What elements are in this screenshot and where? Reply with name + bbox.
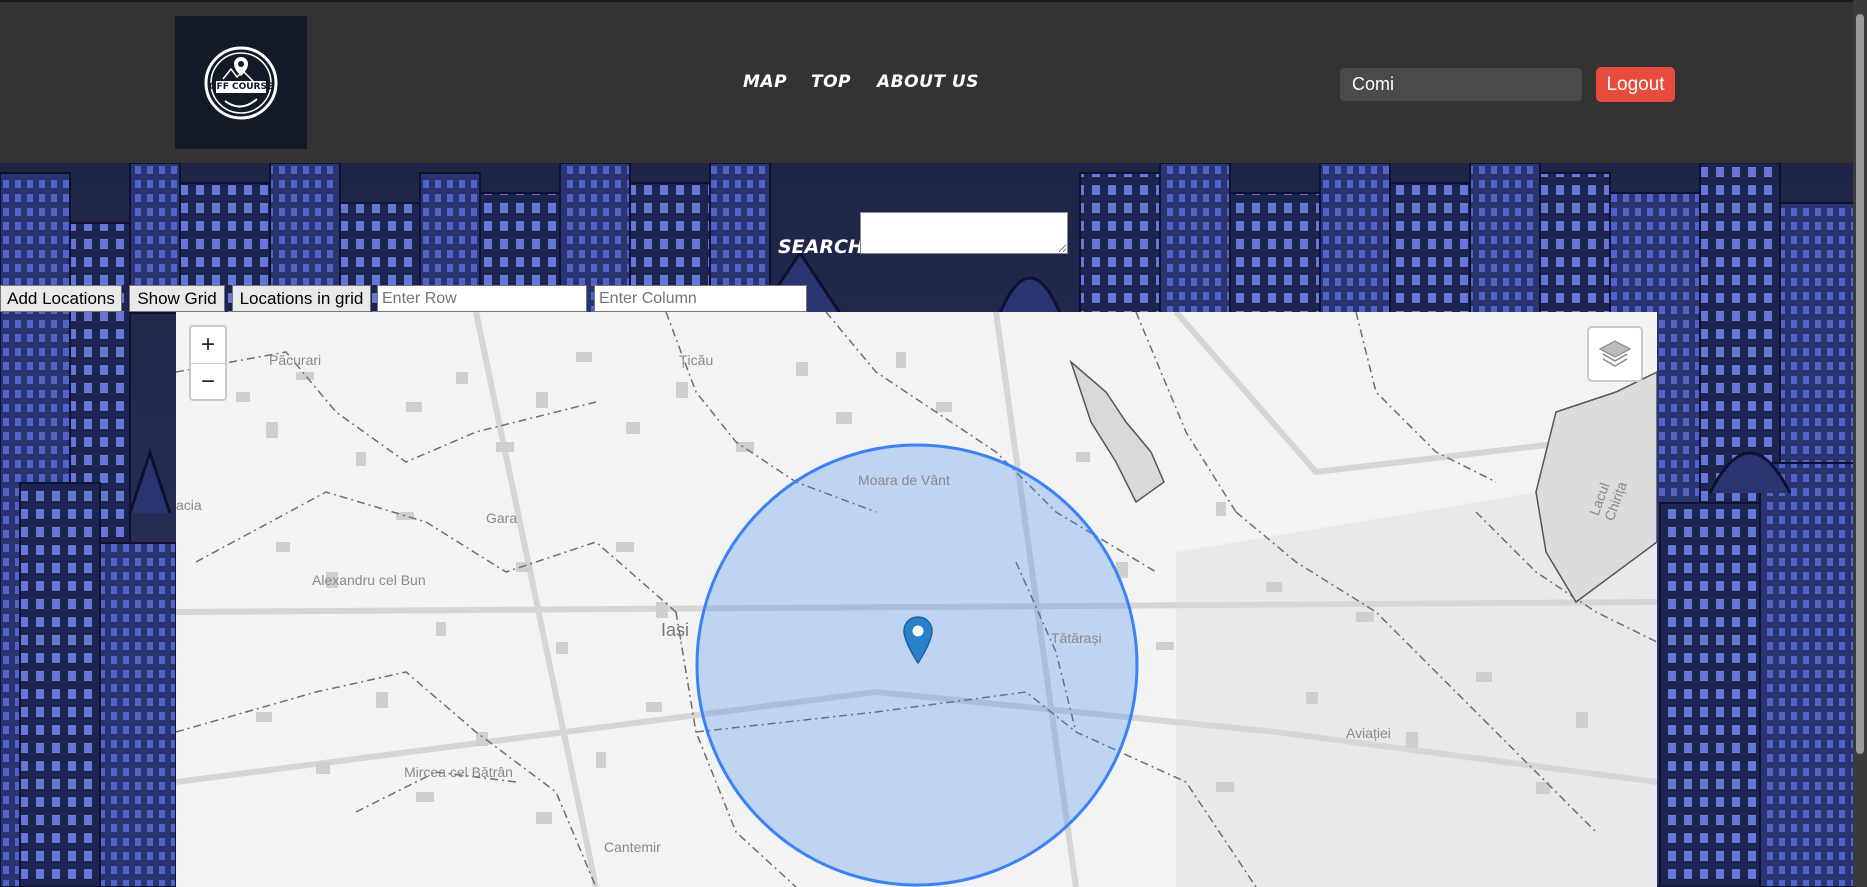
zoom-control: + −	[189, 325, 227, 401]
zoom-in-button[interactable]: +	[191, 327, 225, 363]
map-label-aviatiei: Aviației	[1346, 725, 1391, 741]
map-label-tatarasi: Tătărași	[1051, 630, 1102, 646]
map-label-iasi: Iași	[661, 620, 690, 640]
zoom-out-button[interactable]: −	[191, 364, 225, 400]
radius-circle	[695, 443, 1139, 887]
row-input[interactable]	[377, 285, 587, 312]
logo-text: OFF COURSE	[208, 82, 274, 92]
column-input[interactable]	[594, 285, 807, 312]
map-label-ticau: Țicău	[679, 352, 714, 368]
logout-button[interactable]: Logout	[1596, 67, 1675, 102]
map-tiles	[176, 312, 1657, 887]
map-label-pacurari: Păcurari	[269, 352, 322, 368]
add-locations-button[interactable]: Add Locations	[0, 285, 122, 312]
search-label: SEARCH:	[778, 236, 872, 258]
map-label-gara: Gara	[486, 510, 518, 526]
site-header: OFF COURSE MAP TOP ABOUT US Comi Logout	[0, 0, 1867, 163]
username-display: Comi	[1340, 68, 1582, 101]
nav-top[interactable]: TOP	[811, 72, 851, 92]
page-scrollbar[interactable]	[1853, 0, 1867, 887]
nav-about-us[interactable]: ABOUT US	[877, 72, 979, 92]
layers-icon	[1598, 340, 1632, 367]
show-grid-button[interactable]: Show Grid	[129, 285, 225, 312]
map-label-moara-de-vant: Moara de Vânt	[858, 472, 950, 488]
locations-in-grid-button[interactable]: Locations in grid	[232, 285, 371, 312]
location-marker-icon[interactable]	[903, 616, 933, 664]
layers-control[interactable]	[1587, 326, 1643, 382]
map-label-mircea-cel-batran: Mircea cel Bătrân	[404, 764, 513, 780]
scrollbar-thumb[interactable]	[1856, 14, 1864, 754]
map-label-cantemir: Cantemir	[604, 839, 661, 855]
map-container[interactable]: Păcurari Țicău Moara de Vânt acia Gara A…	[176, 312, 1657, 887]
search-input[interactable]	[860, 212, 1068, 254]
map-label-acia: acia	[176, 497, 202, 513]
nav-map[interactable]: MAP	[743, 72, 787, 92]
map-label-alexandru-cel-bun: Alexandru cel Bun	[312, 572, 426, 588]
